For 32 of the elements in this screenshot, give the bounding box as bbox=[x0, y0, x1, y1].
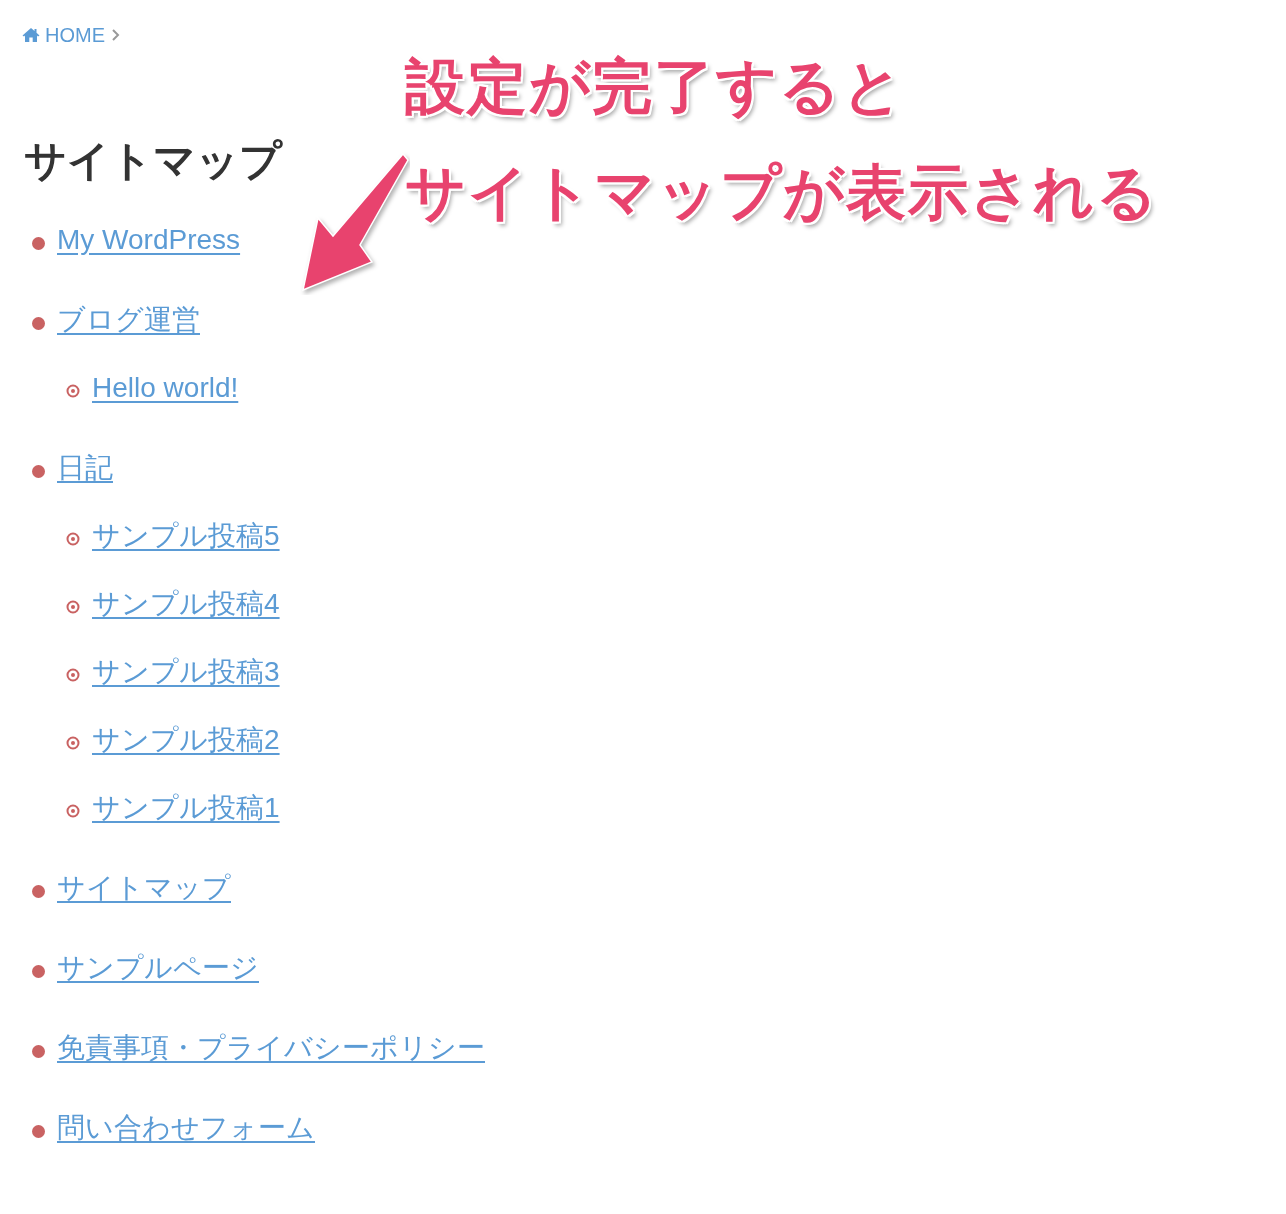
sitemap-link[interactable]: サンプルページ bbox=[57, 949, 259, 987]
ring-bullet-icon bbox=[66, 384, 80, 398]
bullet-icon bbox=[32, 1044, 45, 1058]
chevron-icon bbox=[111, 28, 121, 42]
sitemap-link[interactable]: 問い合わせフォーム bbox=[57, 1109, 315, 1147]
sitemap-link[interactable]: サンプル投稿4 bbox=[92, 585, 280, 623]
sitemap-link[interactable]: 免責事項・プライバシーポリシー bbox=[57, 1029, 485, 1067]
bullet-icon bbox=[32, 884, 45, 898]
sitemap-link[interactable]: サイトマップ bbox=[57, 869, 231, 907]
sitemap-link[interactable]: サンプル投稿1 bbox=[92, 789, 280, 827]
house-icon bbox=[22, 27, 40, 43]
ring-bullet-icon bbox=[66, 600, 80, 614]
ring-bullet-icon bbox=[66, 532, 80, 546]
bullet-icon bbox=[32, 464, 45, 478]
sitemap-link[interactable]: Hello world! bbox=[92, 372, 239, 404]
ring-bullet-icon bbox=[66, 804, 80, 818]
sitemap-link[interactable]: サンプル投稿5 bbox=[92, 517, 280, 555]
sitemap-link[interactable]: サンプル投稿3 bbox=[92, 653, 280, 691]
bullet-icon bbox=[32, 316, 45, 330]
ring-bullet-icon bbox=[66, 736, 80, 750]
sitemap-link[interactable]: 日記 bbox=[57, 449, 113, 487]
sitemap-link[interactable]: サンプル投稿2 bbox=[92, 721, 280, 759]
home-link[interactable]: HOME bbox=[22, 23, 105, 47]
annotation-text: サイトマップが表示される bbox=[405, 158, 1159, 228]
ring-bullet-icon bbox=[66, 668, 80, 682]
annotation-text: 設定が完了すると bbox=[405, 52, 906, 122]
sitemap-link[interactable]: ブログ運営 bbox=[57, 301, 200, 339]
page-title: サイトマップ bbox=[24, 136, 284, 186]
bullet-icon bbox=[32, 1124, 45, 1138]
sitemap-link[interactable]: My WordPress bbox=[57, 224, 241, 256]
bullet-icon bbox=[32, 964, 45, 978]
bullet-icon bbox=[32, 236, 45, 250]
